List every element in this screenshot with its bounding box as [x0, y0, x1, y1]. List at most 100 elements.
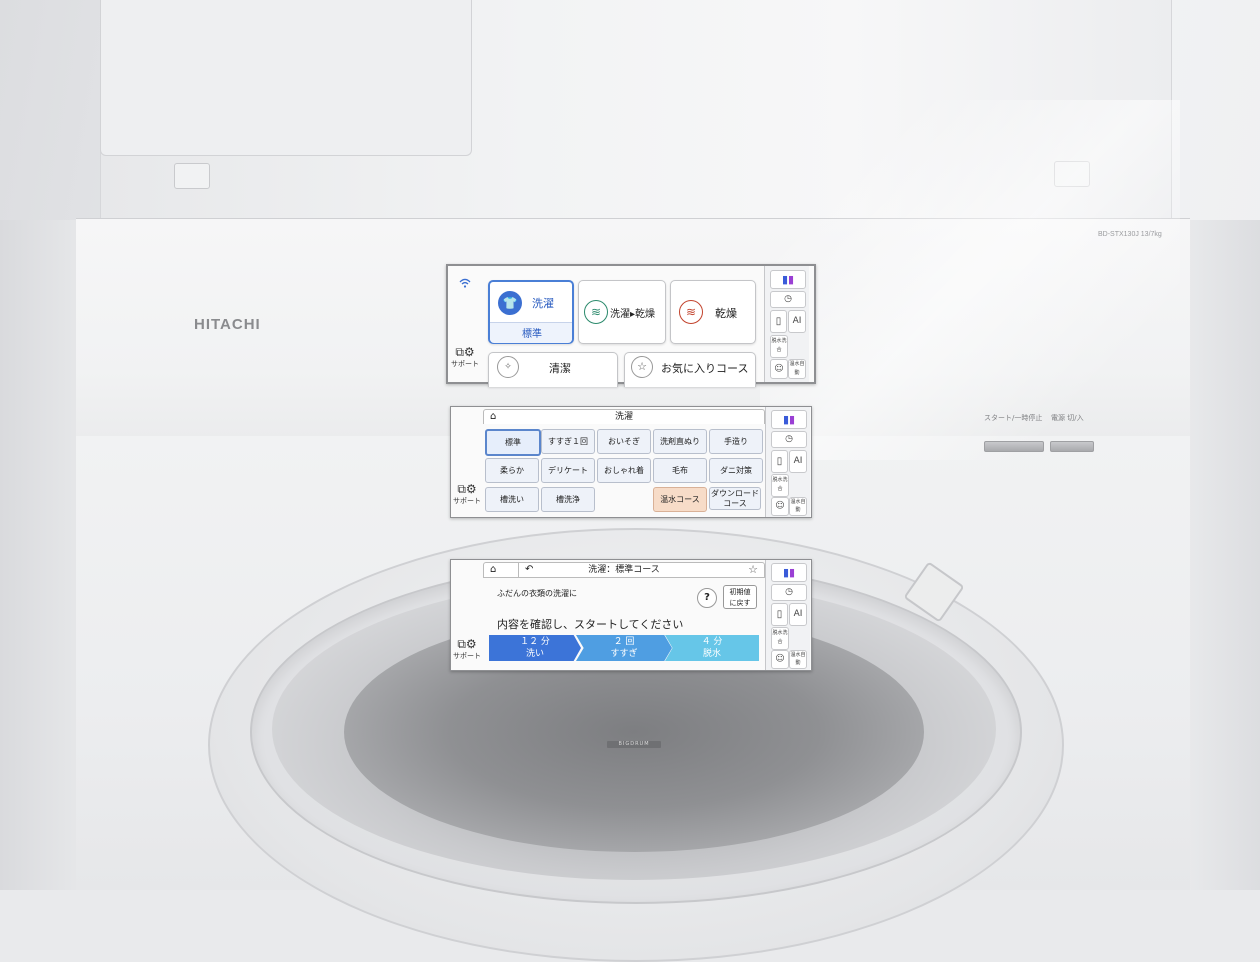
dehydrate-mix-button[interactable]: 脱水洗合 — [771, 627, 789, 650]
step-rinse-count: ２ 回 — [613, 637, 635, 647]
course-grid: 標準 すすぎ１回 おいそぎ 洗剤直ぬり 手造り柔らか デリケート おしゃれ着 毛布 ダニ対策槽洗… — [485, 429, 765, 515]
step-wash-name: 洗い — [525, 649, 544, 659]
drum-logo: BIGDRUM — [607, 741, 661, 748]
right-panel: ▮▮ ◷ ▯ AI 脱水洗合 ☺ 温水自動 — [765, 560, 810, 670]
timer-icon[interactable]: ◷ — [771, 431, 807, 448]
phone-icon[interactable]: ▯ — [770, 310, 787, 333]
favorite-star-icon[interactable]: ☆ — [748, 563, 758, 577]
tile-favorite-label: お気に入りコース — [661, 362, 749, 375]
reset-defaults-button[interactable]: 初期値 に戻す — [723, 585, 757, 609]
tile-wash-dry[interactable]: ≋ 洗濯▸乾燥 — [578, 280, 666, 344]
download-line1: ダウンロード — [711, 489, 759, 498]
course-button[interactable]: ダニ対策 — [709, 458, 763, 483]
cabinet-side-right — [1188, 220, 1260, 890]
back-icon[interactable]: ↶ — [518, 563, 533, 577]
course-button[interactable]: 温水コース — [653, 487, 707, 512]
help-button[interactable]: ? — [697, 588, 717, 608]
tile-wash-label: 洗濯 — [532, 297, 554, 310]
course-button[interactable]: 槽洗い — [485, 487, 539, 512]
course-button[interactable]: おいそぎ — [597, 429, 651, 454]
start-instruction: 内容を確認し、スタートしてください — [497, 618, 684, 631]
star-icon: ☆ — [631, 356, 653, 378]
course-button[interactable]: 柔らか — [485, 458, 539, 483]
phone-icon[interactable]: ▯ — [771, 603, 788, 626]
course-title: 洗濯 — [614, 412, 633, 422]
step-wash-time: １２ 分 — [520, 637, 550, 647]
right-panel: ▮▮ ◷ ▯ AI 脱水洗合 ☺ 温水自動 — [764, 266, 809, 382]
course-button[interactable]: 毛布 — [653, 458, 707, 483]
support-button[interactable]: ⧉⚙ サポート — [452, 638, 482, 661]
step-spin-time: ４ 分 — [701, 637, 723, 647]
cabinet-side-left — [0, 220, 80, 890]
face-icon[interactable]: ☺ — [771, 497, 789, 516]
support-button[interactable]: ⧉⚙ サポート — [452, 483, 482, 506]
auto-temp-button[interactable]: 温水自動 — [789, 497, 807, 516]
step-spin[interactable]: ４ 分 脱水 — [665, 635, 759, 661]
auto-temp-button[interactable]: 温水自動 — [788, 359, 806, 379]
tile-clean-label: 清潔 — [549, 362, 571, 375]
detergent-icon[interactable]: ▮▮ — [771, 563, 807, 582]
support-label: サポート — [453, 497, 481, 505]
ai-button[interactable]: AI — [789, 603, 807, 626]
support-gear-icon: ⧉⚙ — [455, 345, 475, 359]
support-gear-icon: ⧉⚙ — [457, 482, 477, 496]
right-panel: ▮▮ ◷ ▯ AI 脱水洗合 ☺ 温水自動 — [765, 407, 810, 517]
tile-favorite[interactable]: ☆ お気に入りコース — [624, 352, 756, 387]
step-spin-name: 脱水 — [702, 649, 721, 659]
wash-dry-icon: ≋ — [584, 300, 608, 324]
detergent-lid[interactable] — [100, 0, 472, 156]
support-button[interactable]: ⧉⚙ サポート — [450, 346, 480, 369]
tile-clean[interactable]: ✧ 清潔 — [488, 352, 618, 387]
detergent-icon[interactable]: ▮▮ — [771, 410, 807, 429]
dehydrate-mix-button[interactable]: 脱水洗合 — [770, 335, 788, 358]
step-rinse-name: すすぎ — [610, 649, 638, 659]
left-latch — [174, 163, 210, 189]
support-label: サポート — [451, 360, 479, 368]
model-label: BD-STX130J 13/7kg — [1098, 231, 1162, 238]
detergent-icon[interactable]: ▮▮ — [770, 270, 806, 289]
dehydrate-mix-button[interactable]: 脱水洗合 — [771, 474, 789, 497]
course-button[interactable]: 標準 — [485, 429, 541, 456]
support-gear-icon: ⧉⚙ — [457, 637, 477, 651]
dry-icon: ≋ — [679, 300, 703, 324]
ai-button[interactable]: AI — [788, 310, 806, 333]
timer-icon[interactable]: ◷ — [771, 584, 807, 601]
download-line2: コース — [723, 499, 747, 508]
timer-icon[interactable]: ◷ — [770, 291, 806, 308]
brand-logo: HITACHI — [194, 316, 261, 333]
face-icon[interactable]: ☺ — [771, 650, 789, 669]
detail-screen: ⌂ ↶ 洗濯：標準コース ☆ ふだんの衣類の洗濯に ? 初期値 に戻す 内容を確… — [450, 559, 812, 671]
home-icon[interactable]: ⌂ — [490, 563, 496, 577]
course-button[interactable]: おしゃれ着 — [597, 458, 651, 483]
home-screen: ⧉⚙ サポート 👕 洗濯 標準 ≋ 洗濯▸乾燥 ≋ 乾燥 ✧ 清潔 ☆ お気に入… — [446, 264, 816, 387]
course-button[interactable]: ダウンロード コース — [709, 487, 761, 510]
light-reflection — [760, 100, 1180, 460]
phone-icon[interactable]: ▯ — [771, 450, 788, 473]
tile-wash-dry-label: 洗濯▸乾燥 — [610, 309, 656, 320]
course-button[interactable]: すすぎ１回 — [541, 429, 595, 454]
course-button[interactable]: 手造り — [709, 429, 763, 454]
power-button[interactable] — [1050, 441, 1094, 452]
course-button[interactable]: デリケート — [541, 458, 595, 483]
face-icon[interactable]: ☺ — [770, 359, 788, 379]
course-button[interactable]: 槽洗浄 — [541, 487, 595, 512]
auto-temp-button[interactable]: 温水自動 — [789, 650, 807, 669]
course-button[interactable]: 洗剤直ぬり — [653, 429, 707, 454]
ai-button[interactable]: AI — [789, 450, 807, 473]
tile-wash[interactable]: 👕 洗濯 標準 — [488, 280, 574, 344]
course-description: ふだんの衣類の洗濯に — [497, 589, 577, 598]
tile-dry-label: 乾燥 — [715, 307, 737, 320]
detail-title: 洗濯：標準コース — [588, 565, 660, 575]
start-pause-label: スタート/一時停止 — [984, 414, 1043, 422]
tile-dry[interactable]: ≋ 乾燥 — [670, 280, 756, 344]
shirt-wash-icon: 👕 — [498, 291, 522, 315]
step-rinse[interactable]: ２ 回 すすぎ — [576, 635, 672, 661]
home-icon[interactable]: ⌂ — [490, 410, 496, 424]
tile-wash-sublabel: 標準 — [522, 329, 542, 340]
detail-title-bar: ⌂ ↶ 洗濯：標準コース ☆ — [483, 562, 765, 578]
start-pause-button[interactable] — [984, 441, 1044, 452]
step-wash[interactable]: １２ 分 洗い — [489, 635, 581, 661]
sparkle-icon: ✧ — [497, 356, 519, 378]
reset-line2: に戻す — [729, 599, 751, 607]
course-screen: ⌂ 洗濯 ⧉⚙ サポート 標準 すすぎ１回 おいそぎ 洗剤直ぬり 手造り柔らか デリケート… — [450, 406, 812, 518]
